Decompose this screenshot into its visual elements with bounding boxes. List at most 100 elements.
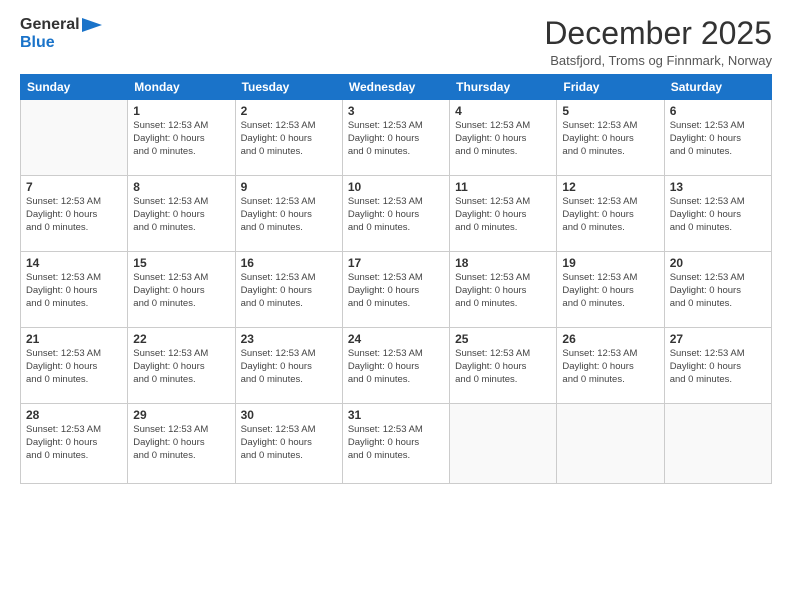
day-info: Sunset: 12:53 AMDaylight: 0 hoursand 0 m…	[348, 424, 444, 462]
day-info: Sunset: 12:53 AMDaylight: 0 hoursand 0 m…	[562, 120, 658, 158]
header-saturday: Saturday	[664, 75, 771, 100]
header: General Blue December 2025 Batsfjord, Tr…	[20, 16, 772, 68]
day-info: Sunset: 12:53 AMDaylight: 0 hoursand 0 m…	[455, 120, 551, 158]
table-cell: 20Sunset: 12:53 AMDaylight: 0 hoursand 0…	[664, 252, 771, 328]
day-number: 5	[562, 104, 658, 118]
day-number: 25	[455, 332, 551, 346]
day-number: 30	[241, 408, 337, 422]
day-info: Sunset: 12:53 AMDaylight: 0 hoursand 0 m…	[348, 196, 444, 234]
day-number: 29	[133, 408, 229, 422]
day-number: 21	[26, 332, 122, 346]
table-cell: 11 Sunset: 12:53 AMDaylight: 0 hoursand 0…	[450, 176, 557, 252]
day-number: 27	[670, 332, 766, 346]
table-cell: 16Sunset: 12:53 AMDaylight: 0 hoursand 0…	[235, 252, 342, 328]
day-number: 28	[26, 408, 122, 422]
day-info: Sunset: 12:53 AMDaylight: 0 hoursand 0 m…	[26, 348, 122, 386]
table-cell: 31 Sunset: 12:53 AMDaylight: 0 hoursand 0…	[342, 404, 449, 484]
table-cell: 9 Sunset: 12:53 AMDaylight: 0 hoursand 0 …	[235, 176, 342, 252]
table-cell: 22Sunset: 12:53 AMDaylight: 0 hoursand 0…	[128, 328, 235, 404]
table-cell: 19 Sunset: 12:53 AMDaylight: 0 hoursand 0…	[557, 252, 664, 328]
day-info: Sunset: 12:53 AMDaylight: 0 hoursand 0 m…	[241, 272, 337, 310]
day-number: 23	[241, 332, 337, 346]
day-info: Sunset: 12:53 AMDaylight: 0 hoursand 0 m…	[670, 348, 766, 386]
logo-general: General	[20, 16, 80, 34]
logo-blue: Blue	[20, 34, 102, 52]
day-info: Sunset: 12:53 AMDaylight: 0 hoursand 0 m…	[241, 120, 337, 158]
header-friday: Friday	[557, 75, 664, 100]
location: Batsfjord, Troms og Finnmark, Norway	[544, 53, 772, 68]
day-number: 13	[670, 180, 766, 194]
table-cell: 4 Sunset: 12:53 AMDaylight: 0 hoursand 0 …	[450, 100, 557, 176]
table-cell: 1Sunset: 12:53 AMDaylight: 0 hoursand 0 …	[128, 100, 235, 176]
day-info: Sunset: 12:53 AMDaylight: 0 hoursand 0 m…	[562, 272, 658, 310]
day-number: 7	[26, 180, 122, 194]
day-info: Sunset: 12:53 AMDaylight: 0 hoursand 0 m…	[26, 424, 122, 462]
table-cell: 12Sunset: 12:53 AMDaylight: 0 hoursand 0…	[557, 176, 664, 252]
day-info: Sunset: 12:53 AMDaylight: 0 hoursand 0 m…	[241, 348, 337, 386]
weekday-header-row: Sunday Monday Tuesday Wednesday Thursday…	[21, 75, 772, 100]
day-info: Sunset: 12:53 AMDaylight: 0 hoursand 0 m…	[348, 272, 444, 310]
day-number: 31	[348, 408, 444, 422]
day-info: Sunset: 12:53 AMDaylight: 0 hoursand 0 m…	[241, 424, 337, 462]
day-info: Sunset: 12:53 AMDaylight: 0 hoursand 0 m…	[133, 272, 229, 310]
day-number: 8	[133, 180, 229, 194]
table-cell: 29 Sunset: 12:53 AMDaylight: 0 hoursand 0…	[128, 404, 235, 484]
day-number: 26	[562, 332, 658, 346]
table-cell: 28 Sunset: 12:53 AMDaylight: 0 hoursand 0…	[21, 404, 128, 484]
day-info: Sunset: 12:53 AMDaylight: 0 hoursand 0 m…	[455, 272, 551, 310]
table-cell: 21 Sunset: 12:53 AMDaylight: 0 hoursand 0…	[21, 328, 128, 404]
day-number: 1	[133, 104, 229, 118]
day-number: 4	[455, 104, 551, 118]
table-cell: 7Sunset: 12:53 AMDaylight: 0 hoursand 0 …	[21, 176, 128, 252]
table-cell: 25 Sunset: 12:53 AMDaylight: 0 hoursand 0…	[450, 328, 557, 404]
day-info: Sunset: 12:53 AMDaylight: 0 hoursand 0 m…	[133, 348, 229, 386]
title-block: December 2025 Batsfjord, Troms og Finnma…	[544, 16, 772, 68]
day-info: Sunset: 12:53 AMDaylight: 0 hoursand 0 m…	[241, 196, 337, 234]
page: General Blue December 2025 Batsfjord, Tr…	[0, 0, 792, 612]
day-info: Sunset: 12:53 AMDaylight: 0 hoursand 0 m…	[348, 120, 444, 158]
logo-arrow-icon	[82, 18, 102, 32]
day-number: 19	[562, 256, 658, 270]
table-cell: 24 Sunset: 12:53 AMDaylight: 0 hoursand 0…	[342, 328, 449, 404]
table-cell	[450, 404, 557, 484]
day-info: Sunset: 12:53 AMDaylight: 0 hoursand 0 m…	[133, 196, 229, 234]
header-wednesday: Wednesday	[342, 75, 449, 100]
day-info: Sunset: 12:53 AMDaylight: 0 hoursand 0 m…	[133, 424, 229, 462]
day-number: 11	[455, 180, 551, 194]
day-number: 10	[348, 180, 444, 194]
day-info: Sunset: 12:53 AMDaylight: 0 hoursand 0 m…	[455, 196, 551, 234]
day-info: Sunset: 12:53 AMDaylight: 0 hoursand 0 m…	[562, 348, 658, 386]
table-cell: 5 Sunset: 12:53 AMDaylight: 0 hoursand 0 …	[557, 100, 664, 176]
table-cell: 23 Sunset: 12:53 AMDaylight: 0 hoursand 0…	[235, 328, 342, 404]
day-number: 20	[670, 256, 766, 270]
header-tuesday: Tuesday	[235, 75, 342, 100]
table-cell: 17Sunset: 12:53 AMDaylight: 0 hoursand 0…	[342, 252, 449, 328]
day-info: Sunset: 12:53 AMDaylight: 0 hoursand 0 m…	[455, 348, 551, 386]
table-cell: 2Sunset: 12:53 AMDaylight: 0 hoursand 0 …	[235, 100, 342, 176]
day-number: 9	[241, 180, 337, 194]
day-number: 15	[133, 256, 229, 270]
table-cell: 13 Sunset: 12:53 AMDaylight: 0 hoursand 0…	[664, 176, 771, 252]
day-info: Sunset: 12:53 AMDaylight: 0 hoursand 0 m…	[26, 272, 122, 310]
table-cell: 8 Sunset: 12:53 AMDaylight: 0 hoursand 0 …	[128, 176, 235, 252]
header-sunday: Sunday	[21, 75, 128, 100]
day-info: Sunset: 12:53 AMDaylight: 0 hoursand 0 m…	[670, 196, 766, 234]
day-number: 14	[26, 256, 122, 270]
table-cell: 18 Sunset: 12:53 AMDaylight: 0 hoursand 0…	[450, 252, 557, 328]
header-thursday: Thursday	[450, 75, 557, 100]
day-number: 18	[455, 256, 551, 270]
logo: General Blue	[20, 16, 102, 53]
table-cell: 10 Sunset: 12:53 AMDaylight: 0 hoursand 0…	[342, 176, 449, 252]
table-cell: 27 Sunset: 12:53 AMDaylight: 0 hoursand 0…	[664, 328, 771, 404]
day-number: 6	[670, 104, 766, 118]
table-cell	[664, 404, 771, 484]
header-monday: Monday	[128, 75, 235, 100]
day-number: 24	[348, 332, 444, 346]
table-cell: 30 Sunset: 12:53 AMDaylight: 0 hoursand 0…	[235, 404, 342, 484]
day-info: Sunset: 12:53 AMDaylight: 0 hoursand 0 m…	[670, 120, 766, 158]
day-info: Sunset: 12:53 AMDaylight: 0 hoursand 0 m…	[562, 196, 658, 234]
week-row-5: 28 Sunset: 12:53 AMDaylight: 0 hoursand 0…	[21, 404, 772, 484]
table-cell: 6 Sunset: 12:53 AMDaylight: 0 hoursand 0 …	[664, 100, 771, 176]
week-row-1: 1 Sunset: 12:53 AMDaylight: 0 hoursand 0 …	[21, 100, 772, 176]
day-info: Sunset: 12:53 AMDaylight: 0 hoursand 0 m…	[348, 348, 444, 386]
